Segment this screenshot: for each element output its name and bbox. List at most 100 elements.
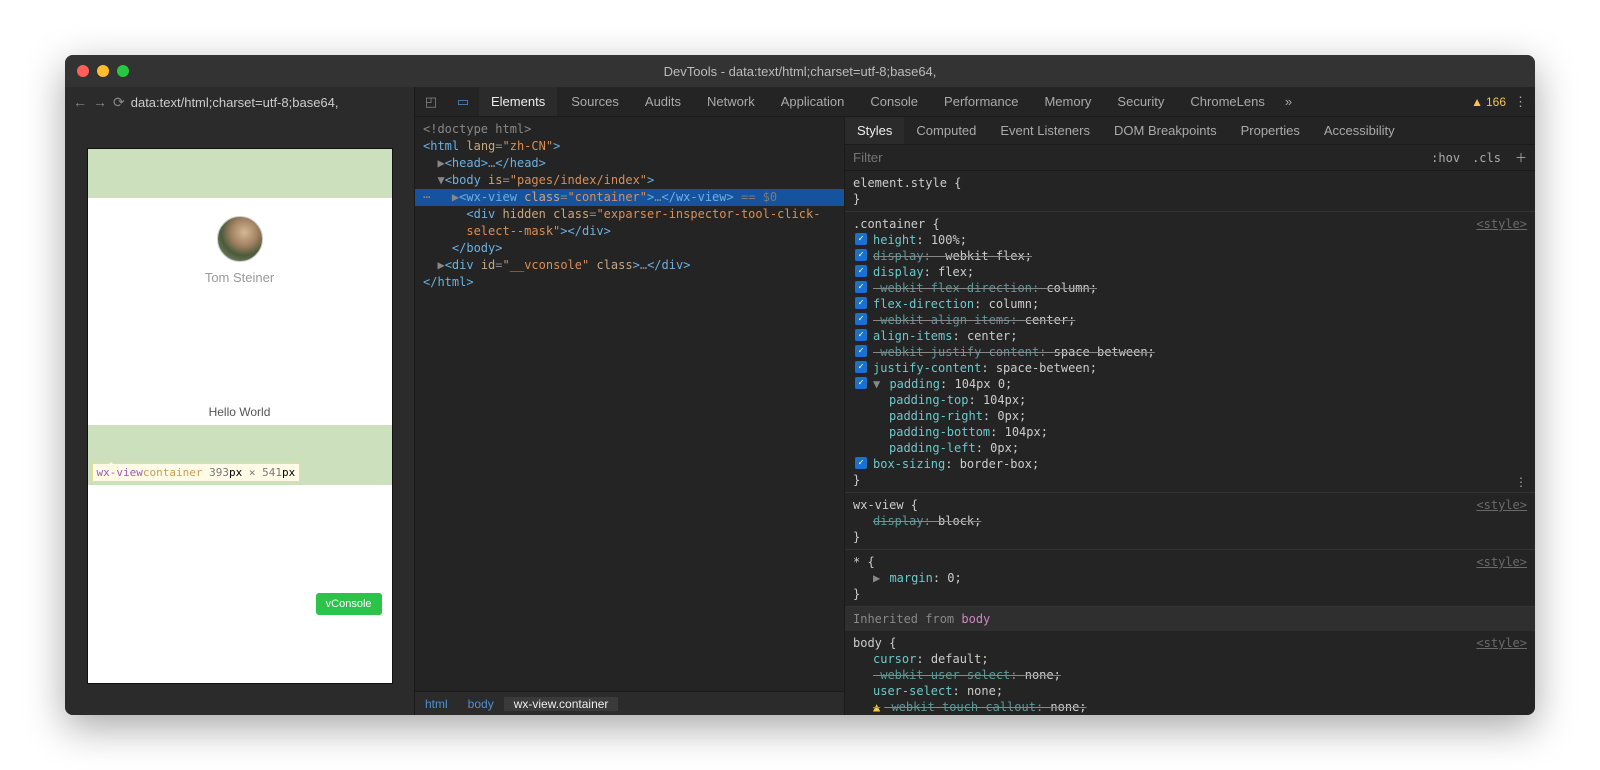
tab-chromelens[interactable]: ChromeLens	[1178, 87, 1276, 116]
devtools-window: DevTools - data:text/html;charset=utf-8;…	[65, 55, 1535, 715]
breadcrumb: htmlbodywx-view.container	[415, 691, 844, 715]
property-checkbox[interactable]	[855, 265, 867, 277]
rule-source-link[interactable]: <style>	[1476, 497, 1527, 513]
style-property[interactable]: padding-left: 0px;	[853, 440, 1527, 456]
phone-green-section: wx-viewcontainer 393px × 541px	[88, 425, 392, 485]
property-checkbox[interactable]	[855, 297, 867, 309]
style-property[interactable]: padding-right: 0px;	[853, 408, 1527, 424]
property-checkbox[interactable]	[855, 249, 867, 261]
tabs-more-icon[interactable]: »	[1277, 94, 1300, 109]
kebab-icon[interactable]: ⋮	[1514, 94, 1527, 110]
tooltip-class: container	[143, 466, 203, 479]
style-rule: wx-view {<style>display: block;}	[845, 493, 1535, 550]
property-checkbox[interactable]	[855, 313, 867, 325]
style-property[interactable]: user-select: none;	[853, 683, 1527, 699]
dom-pane: <!doctype html> <html lang="zh-CN"> ▶<he…	[415, 117, 845, 715]
style-property[interactable]: display: block;	[853, 513, 1527, 529]
style-property[interactable]: ▲-webkit-touch-callout: none;	[853, 699, 1527, 715]
tooltip-h: 541	[262, 466, 282, 479]
styles-tab-styles[interactable]: Styles	[845, 117, 904, 144]
zoom-icon[interactable]	[117, 65, 129, 77]
forward-icon[interactable]: →	[93, 94, 107, 110]
main-pane: ◰ ▭ ElementsSourcesAuditsNetworkApplicat…	[415, 87, 1535, 715]
styles-tab-dom-breakpoints[interactable]: DOM Breakpoints	[1102, 117, 1229, 144]
window-title: DevTools - data:text/html;charset=utf-8;…	[65, 64, 1535, 79]
rule-source-link[interactable]: <style>	[1476, 216, 1527, 232]
inspect-icon[interactable]: ◰	[415, 94, 447, 110]
style-property[interactable]: flex-direction: column;	[853, 296, 1527, 312]
tab-security[interactable]: Security	[1105, 87, 1176, 116]
phone-user-area: Tom Steiner	[88, 198, 392, 291]
address-url[interactable]: data:text/html;charset=utf-8;base64,	[131, 95, 339, 110]
close-icon[interactable]	[77, 65, 89, 77]
property-checkbox[interactable]	[855, 457, 867, 469]
style-property[interactable]: padding-top: 104px;	[853, 392, 1527, 408]
tab-elements[interactable]: Elements	[479, 87, 557, 116]
split: <!doctype html> <html lang="zh-CN"> ▶<he…	[415, 117, 1535, 715]
property-checkbox[interactable]	[855, 329, 867, 341]
style-property[interactable]: height: 100%;	[853, 232, 1527, 248]
property-checkbox[interactable]	[855, 361, 867, 373]
tab-memory[interactable]: Memory	[1032, 87, 1103, 116]
dom-tree[interactable]: <!doctype html> <html lang="zh-CN"> ▶<he…	[415, 117, 844, 691]
style-property[interactable]: align-items: center;	[853, 328, 1527, 344]
device-toggle-icon[interactable]: ▭	[447, 94, 479, 110]
address-bar: ← → ⟳ data:text/html;charset=utf-8;base6…	[65, 87, 414, 117]
property-checkbox[interactable]	[855, 377, 867, 389]
tooltip-tag: wx-view	[97, 466, 143, 479]
dom-selected-line[interactable]: ⋯ ▶<wx-view class="container">…</wx-view…	[415, 189, 844, 206]
style-property[interactable]: ▶ margin: 0;	[853, 570, 1527, 586]
style-property[interactable]: -webkit-user-select: none;	[853, 667, 1527, 683]
crumb[interactable]: body	[458, 697, 504, 711]
style-rule: * {<style>▶ margin: 0;}	[845, 550, 1535, 607]
tab-performance[interactable]: Performance	[932, 87, 1030, 116]
styles-tabs: StylesComputedEvent ListenersDOM Breakpo…	[845, 117, 1535, 145]
tab-network[interactable]: Network	[695, 87, 767, 116]
style-property[interactable]: -webkit-align-items: center;	[853, 312, 1527, 328]
traffic-lights	[77, 65, 129, 77]
styles-tab-properties[interactable]: Properties	[1229, 117, 1312, 144]
style-property[interactable]: cursor: default;	[853, 651, 1527, 667]
style-property[interactable]: -webkit-justify-content: space-between;	[853, 344, 1527, 360]
tooltip-w: 393	[209, 466, 229, 479]
styles-filter-input[interactable]	[845, 150, 1425, 165]
tab-application[interactable]: Application	[769, 87, 857, 116]
style-rule: body {<style>cursor: default;-webkit-use…	[845, 631, 1535, 715]
style-property[interactable]: padding-bottom: 104px;	[853, 424, 1527, 440]
cls-toggle[interactable]: .cls	[1466, 151, 1507, 165]
minimize-icon[interactable]	[97, 65, 109, 77]
vconsole-button[interactable]: vConsole	[316, 593, 382, 615]
user-name: Tom Steiner	[88, 270, 392, 285]
styles-tab-event-listeners[interactable]: Event Listeners	[988, 117, 1102, 144]
titlebar: DevTools - data:text/html;charset=utf-8;…	[65, 55, 1535, 87]
hov-toggle[interactable]: :hov	[1425, 151, 1466, 165]
style-property[interactable]: ▼ padding: 104px 0;	[853, 376, 1527, 392]
crumb[interactable]: wx-view.container	[504, 697, 619, 711]
styles-tab-accessibility[interactable]: Accessibility	[1312, 117, 1407, 144]
reload-icon[interactable]: ⟳	[113, 94, 125, 111]
style-property[interactable]: -webkit-flex-direction: column;	[853, 280, 1527, 296]
style-property[interactable]: box-sizing: border-box;	[853, 456, 1527, 472]
styles-rules[interactable]: element.style {}.container {<style>heigh…	[845, 171, 1535, 715]
tab-audits[interactable]: Audits	[633, 87, 693, 116]
property-checkbox[interactable]	[855, 345, 867, 357]
styles-filter-row: :hov .cls ＋	[845, 145, 1535, 171]
rule-source-link[interactable]: <style>	[1476, 635, 1527, 651]
tab-sources[interactable]: Sources	[559, 87, 631, 116]
warning-badge[interactable]: ▲ 166	[1471, 95, 1506, 109]
content: ← → ⟳ data:text/html;charset=utf-8;base6…	[65, 87, 1535, 715]
rule-source-link[interactable]: <style>	[1476, 554, 1527, 570]
add-rule-icon[interactable]: ＋	[1507, 149, 1535, 166]
style-property[interactable]: justify-content: space-between;	[853, 360, 1527, 376]
back-icon[interactable]: ←	[73, 94, 87, 110]
tab-console[interactable]: Console	[858, 87, 930, 116]
style-property[interactable]: display: flex;	[853, 264, 1527, 280]
styles-tab-computed[interactable]: Computed	[904, 117, 988, 144]
style-property[interactable]: display: -webkit-flex;	[853, 248, 1527, 264]
property-checkbox[interactable]	[855, 281, 867, 293]
crumb[interactable]: html	[415, 697, 458, 711]
rule-kebab-icon[interactable]: ⋮	[1515, 474, 1527, 490]
style-rule: .container {<style>height: 100%;display:…	[845, 212, 1535, 493]
main-toolbar: ◰ ▭ ElementsSourcesAuditsNetworkApplicat…	[415, 87, 1535, 117]
property-checkbox[interactable]	[855, 233, 867, 245]
